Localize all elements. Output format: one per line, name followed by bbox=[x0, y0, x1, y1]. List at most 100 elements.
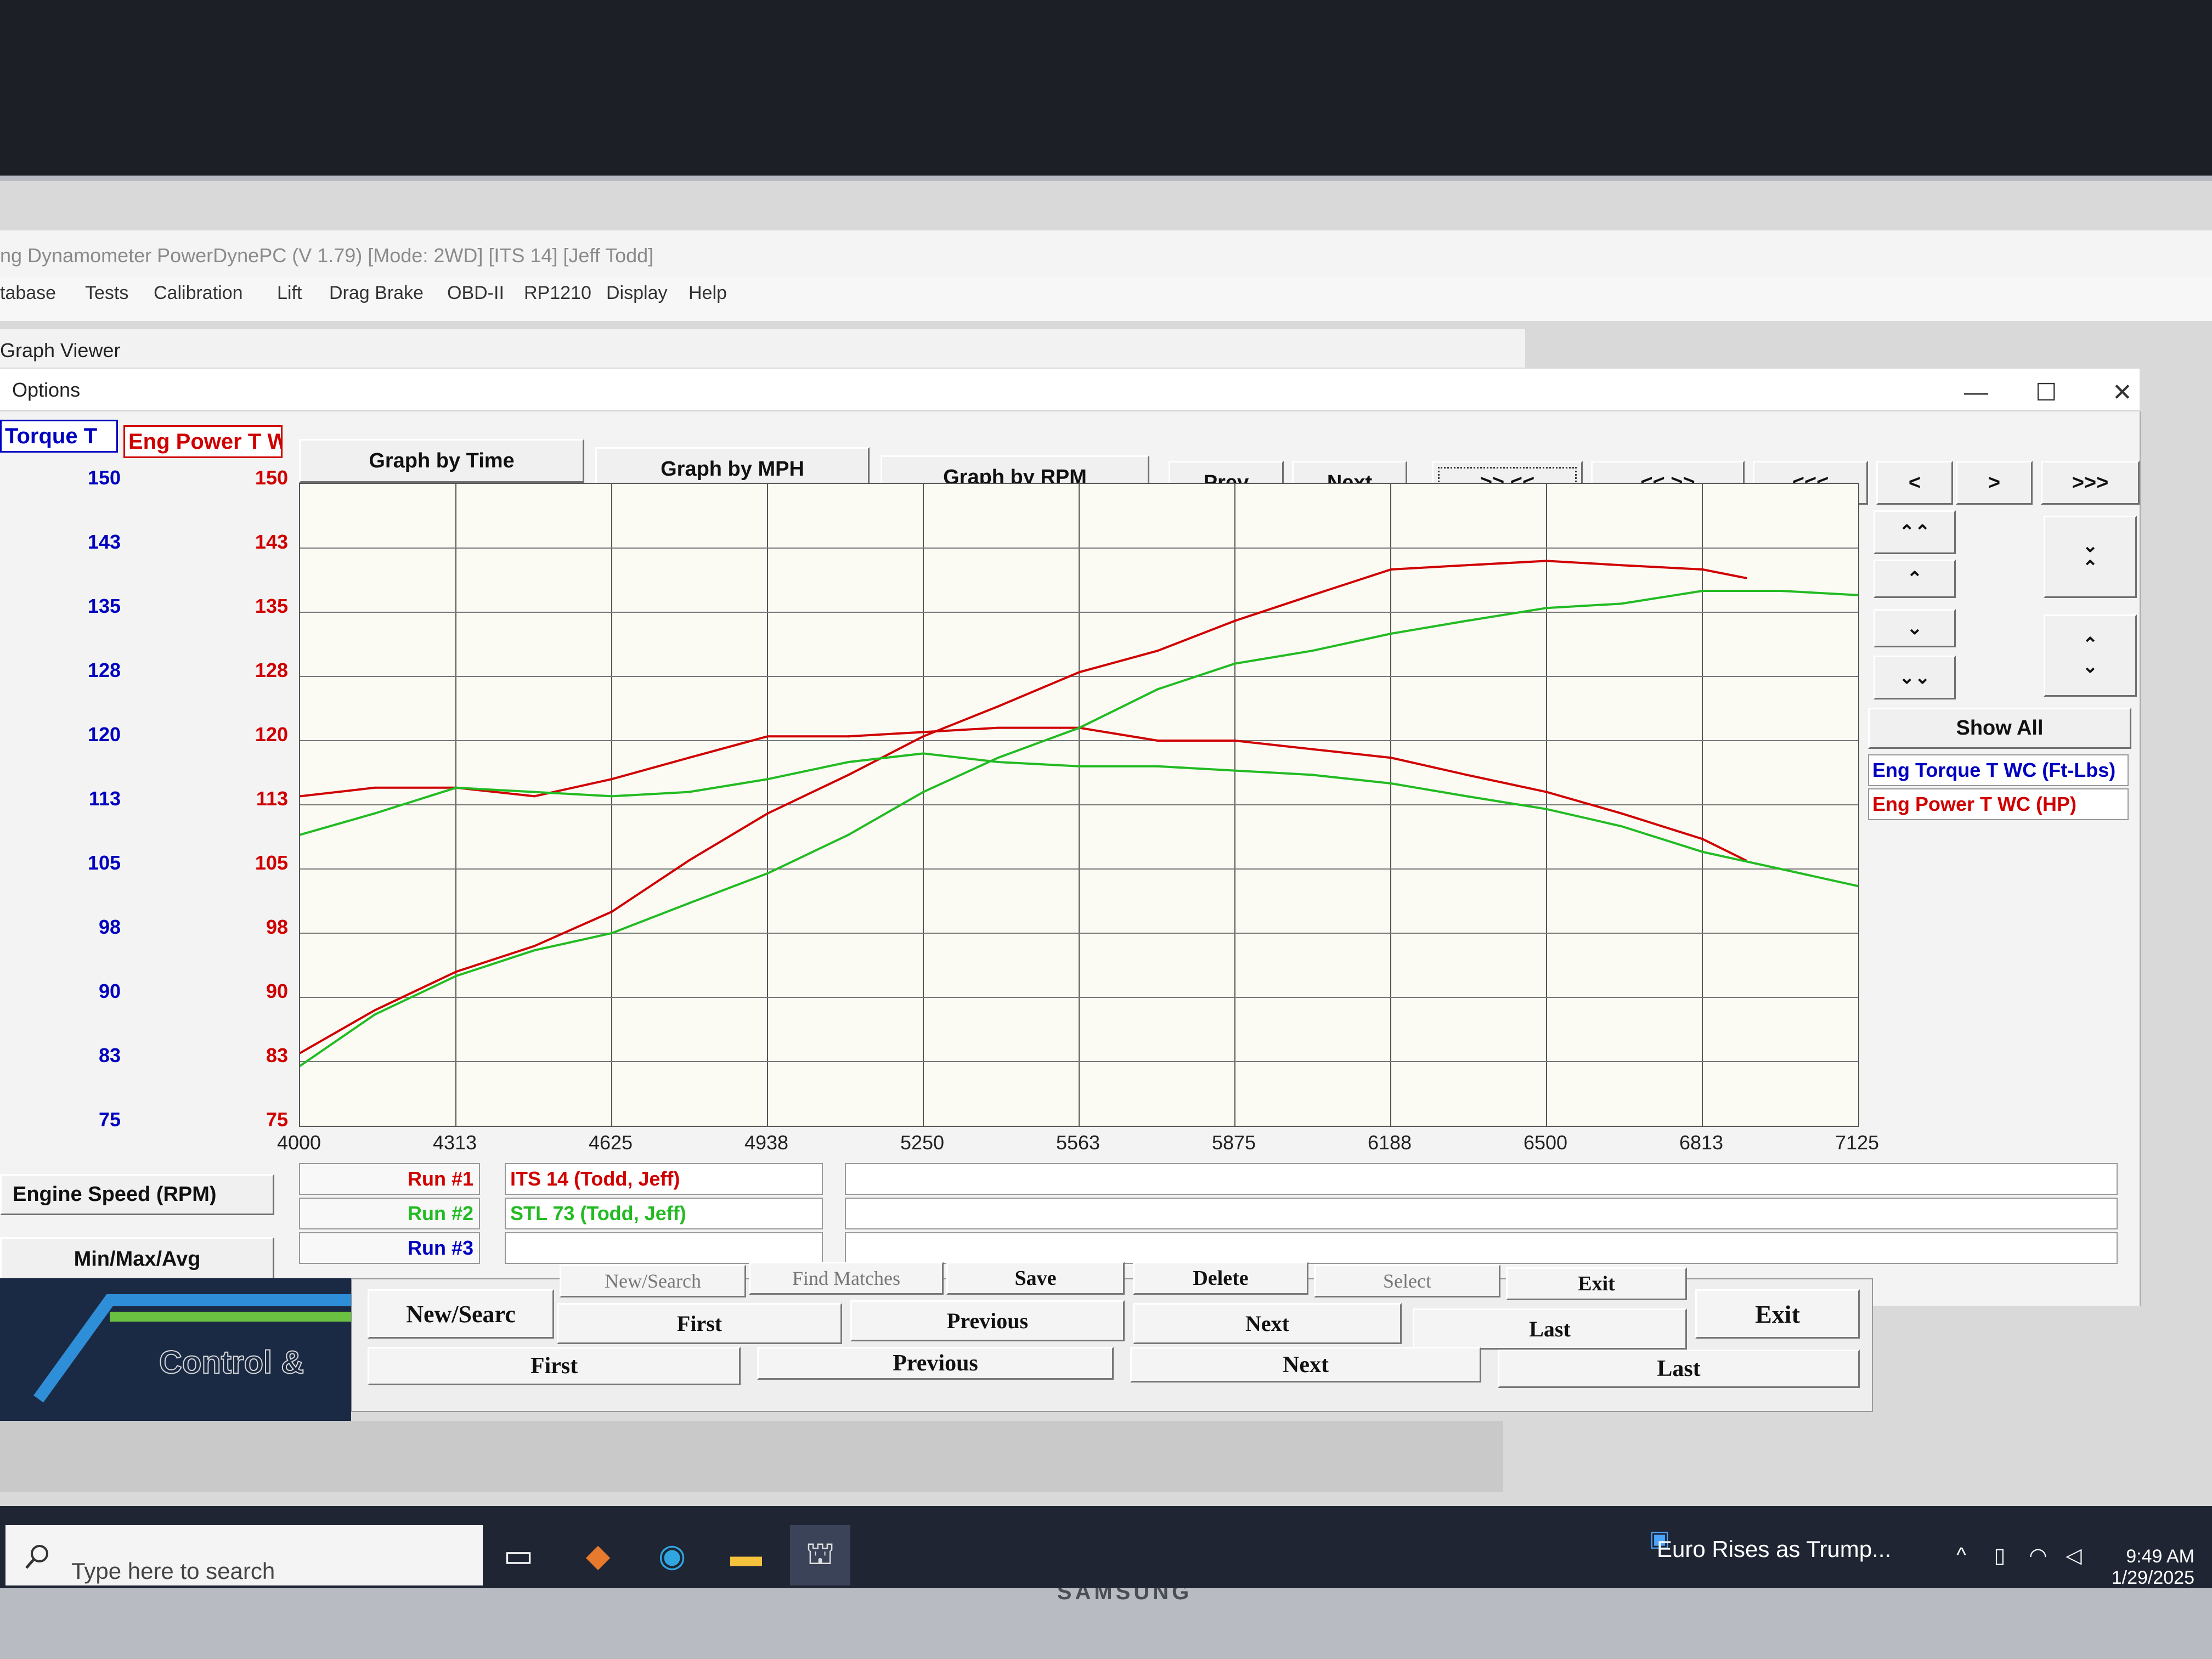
y-tick-label-left: 113 bbox=[88, 787, 121, 810]
scale-down-icon[interactable]: ⌄ bbox=[1874, 609, 1956, 647]
data-point bbox=[847, 774, 850, 776]
run-1-label[interactable]: Run #1 bbox=[299, 1163, 480, 1195]
x-tick-label: 5875 bbox=[1211, 1131, 1256, 1154]
menu-display[interactable]: Display bbox=[606, 283, 667, 304]
scale-up-fast-icon[interactable]: ⌃⌃ bbox=[1874, 510, 1956, 554]
y-tick-label-right: 128 bbox=[255, 659, 288, 681]
scale-expand-icon[interactable]: ⌃ ⌄ bbox=[2044, 614, 2137, 697]
run-2-details bbox=[845, 1198, 2118, 1229]
menu-lift[interactable]: Lift bbox=[277, 283, 302, 304]
wifi-icon[interactable]: ◠ bbox=[2019, 1525, 2057, 1585]
exit-button[interactable]: Exit bbox=[1695, 1289, 1860, 1339]
run-2-name[interactable]: STL 73 (Todd, Jeff) bbox=[505, 1198, 823, 1229]
minimize-icon[interactable]: — bbox=[1964, 379, 1988, 406]
last-button[interactable]: Last bbox=[1413, 1308, 1687, 1350]
scale-down-fast-icon[interactable]: ⌄⌄ bbox=[1874, 656, 1956, 699]
maximize-icon[interactable]: ☐ bbox=[2035, 379, 2057, 407]
legend-power[interactable]: Eng Power T WC (HP) bbox=[1868, 788, 2129, 820]
menu-drag-brake[interactable]: Drag Brake bbox=[329, 283, 424, 304]
x-tick-label: 6813 bbox=[1679, 1131, 1724, 1154]
save-button[interactable]: Save bbox=[946, 1262, 1125, 1295]
show-hidden-icons-icon[interactable]: ^ bbox=[1942, 1525, 1980, 1585]
clock-time: 9:49 AM bbox=[2126, 1546, 2194, 1567]
exit-small-button[interactable]: Exit bbox=[1506, 1267, 1687, 1300]
y-tick-label-left: 120 bbox=[87, 723, 121, 746]
menu-calibration[interactable]: Calibration bbox=[154, 283, 243, 304]
scroll-right-button[interactable]: > bbox=[1956, 461, 2033, 505]
legend-torque[interactable]: Eng Torque T WC (Ft-Lbs) bbox=[1868, 754, 2129, 786]
dyno-app-icon[interactable]: ⛫ bbox=[790, 1525, 850, 1585]
data-point bbox=[1701, 850, 1704, 853]
y-tick-label-right: 75 bbox=[266, 1108, 288, 1131]
task-view-icon[interactable]: ▭ bbox=[488, 1525, 549, 1585]
find-matches-button[interactable]: Find Matches bbox=[749, 1262, 944, 1295]
graph-viewer-title: Graph Viewer bbox=[0, 339, 121, 362]
new-search-button[interactable]: New/Search bbox=[560, 1265, 746, 1297]
news-widget[interactable]: Euro Rises as Trump... bbox=[1657, 1536, 1891, 1562]
data-point bbox=[455, 786, 458, 789]
app-title: ng Dynamometer PowerDynePC (V 1.79) [Mod… bbox=[0, 244, 654, 267]
bg-previous-button[interactable]: Previous bbox=[757, 1347, 1114, 1380]
data-point bbox=[1390, 757, 1392, 759]
menu-tests[interactable]: Tests bbox=[85, 283, 128, 304]
delete-button[interactable]: Delete bbox=[1133, 1262, 1308, 1295]
device-icon[interactable]: ▯ bbox=[1980, 1525, 2019, 1585]
y-tick-label-left: 128 bbox=[87, 659, 121, 681]
menu-obd-ii[interactable]: OBD-II bbox=[447, 283, 504, 304]
scale-compress-icon[interactable]: ⌄ ⌃ bbox=[2044, 516, 2137, 598]
copilot-icon[interactable]: ◆ bbox=[568, 1525, 628, 1585]
select-button[interactable]: Select bbox=[1314, 1265, 1500, 1297]
data-point bbox=[1545, 808, 1548, 810]
edge-icon[interactable]: ◉ bbox=[642, 1525, 702, 1585]
file-explorer-icon[interactable]: ▬ bbox=[716, 1525, 776, 1585]
data-point bbox=[1234, 740, 1236, 742]
previous-button[interactable]: Previous bbox=[850, 1300, 1125, 1341]
close-icon[interactable]: ✕ bbox=[2112, 379, 2132, 407]
data-point bbox=[1701, 838, 1704, 840]
run-1-name[interactable]: ITS 14 (Todd, Jeff) bbox=[505, 1163, 823, 1195]
data-point bbox=[1545, 791, 1548, 793]
volume-icon[interactable]: ◁ bbox=[2055, 1525, 2093, 1585]
logo-text: Control & bbox=[159, 1344, 304, 1381]
y-tick-label-right: 83 bbox=[266, 1044, 288, 1066]
power-channel-header[interactable]: Eng Power T W bbox=[123, 425, 283, 458]
next-record-button[interactable]: Next bbox=[1133, 1303, 1402, 1344]
show-all-button[interactable]: Show All bbox=[1868, 708, 2131, 749]
bg-new-search-button[interactable]: New/Searc bbox=[368, 1289, 554, 1339]
y-tick-label-left: 90 bbox=[98, 980, 121, 1002]
menu-rp1210[interactable]: RP1210 bbox=[524, 283, 591, 304]
data-point bbox=[847, 761, 850, 763]
data-point bbox=[922, 791, 924, 793]
min-max-avg-button[interactable]: Min/Max/Avg bbox=[0, 1237, 274, 1281]
dyno-chart[interactable] bbox=[299, 483, 1859, 1127]
menu-options[interactable]: Options bbox=[12, 379, 80, 402]
graph-by-time-button[interactable]: Graph by Time bbox=[299, 439, 584, 483]
x-tick-label: 4000 bbox=[276, 1131, 321, 1154]
scroll-far-right-button[interactable]: >>> bbox=[2041, 461, 2140, 505]
data-point bbox=[766, 778, 769, 781]
data-point bbox=[1078, 765, 1081, 768]
search-placeholder[interactable]: Type here to search bbox=[71, 1558, 275, 1584]
first-button[interactable]: First bbox=[557, 1303, 842, 1344]
y-tick-label-left: 105 bbox=[87, 851, 121, 874]
graph-viewer-titlebar: Graph Viewer bbox=[0, 329, 1525, 368]
search-icon bbox=[25, 1545, 48, 1569]
scroll-left-button[interactable]: < bbox=[1876, 461, 1953, 505]
run-3-name[interactable] bbox=[505, 1232, 823, 1264]
data-point bbox=[997, 705, 1000, 708]
data-point bbox=[766, 735, 769, 738]
bg-next-button[interactable]: Next bbox=[1130, 1347, 1481, 1383]
data-point bbox=[1780, 590, 1782, 592]
data-point bbox=[1465, 564, 1468, 567]
menu-help[interactable]: Help bbox=[689, 283, 727, 304]
torque-channel-header[interactable]: Torque T bbox=[0, 420, 118, 453]
data-point bbox=[1234, 619, 1236, 622]
x-tick-label: 5563 bbox=[1056, 1131, 1101, 1154]
run-2-label[interactable]: Run #2 bbox=[299, 1198, 480, 1229]
scale-up-icon[interactable]: ⌃ bbox=[1874, 560, 1956, 598]
menu-database[interactable]: tabase bbox=[0, 283, 56, 304]
bg-first-button[interactable]: First bbox=[368, 1347, 741, 1385]
taskbar-clock[interactable]: 9:49 AM 1/29/2025 bbox=[2096, 1546, 2194, 1589]
bg-last-button[interactable]: Last bbox=[1498, 1350, 1860, 1388]
run-3-label[interactable]: Run #3 bbox=[299, 1232, 480, 1264]
